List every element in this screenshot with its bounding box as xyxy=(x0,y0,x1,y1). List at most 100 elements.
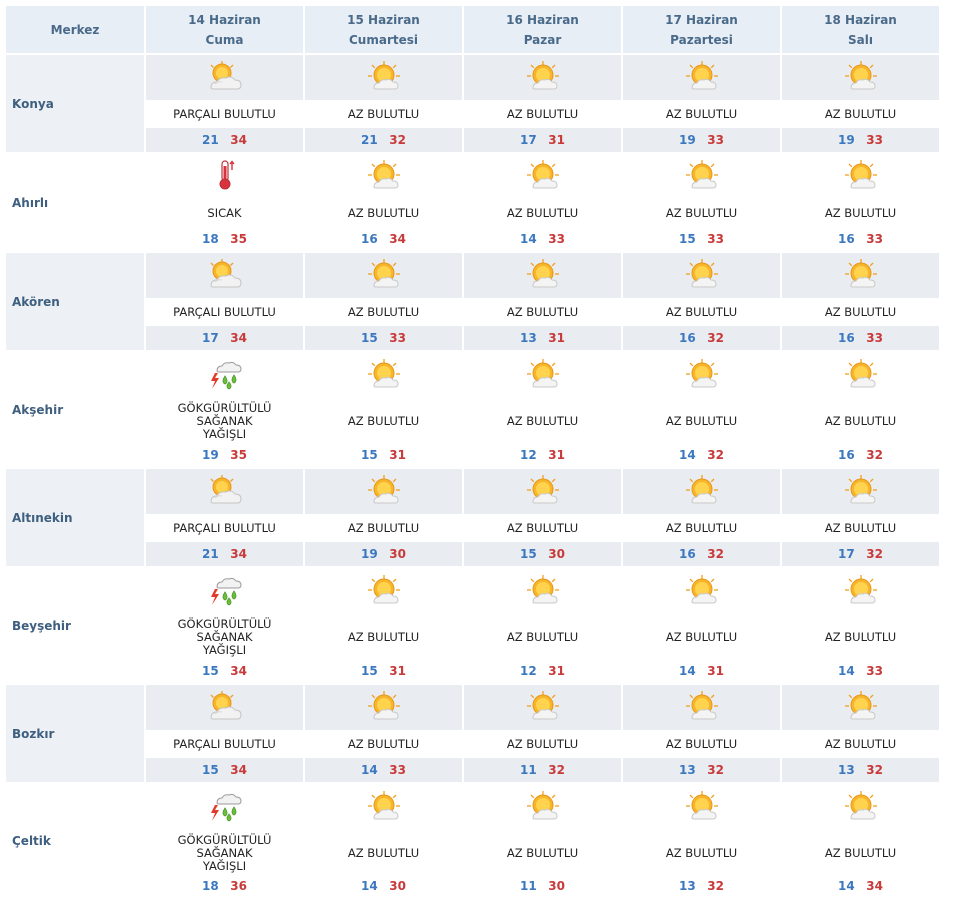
thermometer-icon xyxy=(207,159,243,196)
temperature-cell: 15 34 xyxy=(146,659,303,683)
sun-cloud-icon xyxy=(684,690,720,727)
weather-icon-cell xyxy=(305,685,462,730)
min-temperature: 13 xyxy=(679,763,696,777)
city-row-icons: Çeltik xyxy=(6,784,939,897)
max-temperature: 33 xyxy=(866,232,883,246)
max-temperature: 32 xyxy=(707,547,724,561)
temperature-cell: 18 35 xyxy=(146,227,303,251)
weather-icon-cell xyxy=(782,253,939,298)
weather-icon-cell xyxy=(146,352,303,400)
max-temperature: 34 xyxy=(230,547,247,561)
weather-icon-cell xyxy=(464,784,621,832)
sun-cloud-icon xyxy=(843,575,879,611)
city-row-descriptions: PARÇALI BULUTLU AZ BULUTLU AZ BULUTLU AZ BU… xyxy=(6,732,939,756)
min-temperature: 17 xyxy=(202,331,219,345)
weather-description: AZ BULUTLU xyxy=(623,516,780,540)
city-name: Ahırlı xyxy=(6,154,144,251)
max-temperature: 30 xyxy=(548,879,565,893)
weather-description: AZ BULUTLU xyxy=(782,300,939,324)
weather-description: AZ BULUTLU xyxy=(623,618,780,657)
city-row-icons: Akşehir xyxy=(6,352,939,467)
min-temperature: 15 xyxy=(520,547,537,561)
weather-icon-cell xyxy=(305,154,462,199)
day-date: 14 Haziran xyxy=(188,12,261,27)
weather-description: GÖKGÜRÜLTÜLÜ SAĞANAK YAĞIŞLI xyxy=(146,834,303,873)
weather-icon-cell xyxy=(464,469,621,514)
max-temperature: 32 xyxy=(707,763,724,777)
weather-icon-cell xyxy=(464,55,621,100)
weather-description: AZ BULUTLU xyxy=(782,834,939,873)
min-temperature: 11 xyxy=(520,763,537,777)
sun-cloud-icon xyxy=(525,575,561,611)
weather-icon-cell xyxy=(305,469,462,514)
temperature-cell: 19 35 xyxy=(146,443,303,467)
weather-description: PARÇALI BULUTLU xyxy=(146,732,303,756)
max-temperature: 33 xyxy=(548,232,565,246)
max-temperature: 34 xyxy=(866,879,883,893)
day-weekday: Salı xyxy=(848,32,873,47)
sun-cloud-icon xyxy=(525,474,561,511)
sun-cloud-icon xyxy=(684,575,720,611)
sun-cloud-icon xyxy=(525,258,561,295)
day-header: 17 Haziran Pazartesi xyxy=(623,6,780,53)
weather-icon-cell xyxy=(464,685,621,730)
weather-icon-cell xyxy=(782,352,939,400)
sun-cloud-icon xyxy=(366,258,402,295)
weather-description: AZ BULUTLU xyxy=(782,201,939,225)
temperature-cell: 13 32 xyxy=(623,758,780,782)
thunderstorm-icon xyxy=(207,793,243,827)
day-weekday: Pazar xyxy=(523,32,562,47)
temperature-cell: 14 30 xyxy=(305,875,462,897)
weather-icon-cell xyxy=(782,685,939,730)
weather-description: AZ BULUTLU xyxy=(782,102,939,126)
max-temperature: 33 xyxy=(389,331,406,345)
min-temperature: 16 xyxy=(838,448,855,462)
city-row-temperatures: 18 36 14 30 11 30 13 32 14 34 xyxy=(6,875,939,897)
max-temperature: 31 xyxy=(548,331,565,345)
min-temperature: 19 xyxy=(361,547,378,561)
min-temperature: 19 xyxy=(202,448,219,462)
weather-description: SICAK xyxy=(146,201,303,225)
max-temperature: 32 xyxy=(707,448,724,462)
weather-icon-cell xyxy=(623,352,780,400)
max-temperature: 33 xyxy=(707,133,724,147)
day-header: 15 Haziran Cumartesi xyxy=(305,6,462,53)
city-row-icons: Ahırlı xyxy=(6,154,939,251)
weather-icon-cell xyxy=(623,253,780,298)
sun-cloud-icon xyxy=(684,60,720,97)
weather-description: AZ BULUTLU xyxy=(464,300,621,324)
weather-description: AZ BULUTLU xyxy=(623,300,780,324)
city-row-temperatures: 15 34 15 31 12 31 14 31 14 33 xyxy=(6,659,939,683)
min-temperature: 14 xyxy=(838,879,855,893)
weather-description: AZ BULUTLU xyxy=(782,618,939,657)
temperature-cell: 15 33 xyxy=(623,227,780,251)
weather-icon-cell xyxy=(146,469,303,514)
weather-description: AZ BULUTLU xyxy=(782,402,939,441)
city-row-descriptions: SICAK AZ BULUTLU AZ BULUTLU AZ BULUTLU AZ BU… xyxy=(6,201,939,225)
weather-description: AZ BULUTLU xyxy=(464,834,621,873)
min-temperature: 15 xyxy=(202,763,219,777)
weather-description: AZ BULUTLU xyxy=(305,102,462,126)
day-header: 18 Haziran Salı xyxy=(782,6,939,53)
weather-icon-cell xyxy=(305,784,462,832)
min-temperature: 16 xyxy=(679,331,696,345)
day-weekday: Cumartesi xyxy=(349,32,418,47)
sun-cloud-icon xyxy=(525,359,561,395)
min-temperature: 14 xyxy=(838,664,855,678)
city-name: Beyşehir xyxy=(6,568,144,683)
max-temperature: 31 xyxy=(548,133,565,147)
temperature-cell: 21 32 xyxy=(305,128,462,152)
weather-icon-cell xyxy=(146,55,303,100)
weather-icon-cell xyxy=(146,253,303,298)
min-temperature: 14 xyxy=(361,763,378,777)
sun-cloud-icon xyxy=(366,690,402,727)
temperature-cell: 16 32 xyxy=(782,443,939,467)
weather-icon-cell xyxy=(623,568,780,616)
max-temperature: 32 xyxy=(707,879,724,893)
min-temperature: 18 xyxy=(202,879,219,893)
weather-icon-cell xyxy=(146,784,303,832)
city-row-descriptions: PARÇALI BULUTLU AZ BULUTLU AZ BULUTLU AZ BU… xyxy=(6,300,939,324)
temperature-cell: 14 32 xyxy=(623,443,780,467)
temperature-cell: 15 31 xyxy=(305,443,462,467)
max-temperature: 32 xyxy=(389,133,406,147)
